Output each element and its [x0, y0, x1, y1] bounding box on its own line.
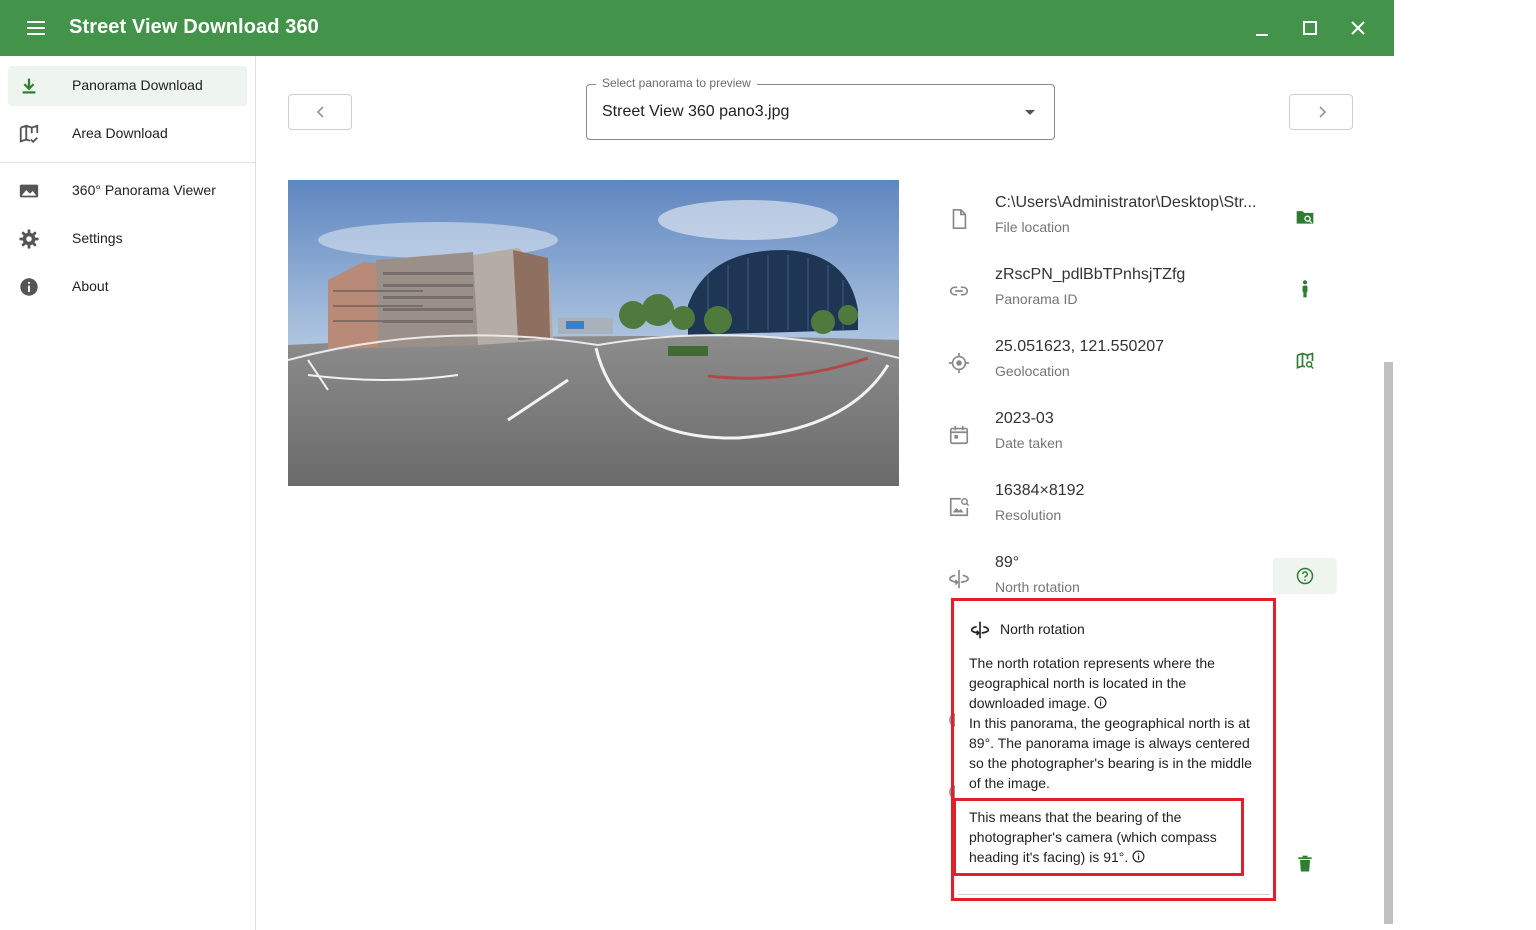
- north-rotation-help-button[interactable]: [1273, 558, 1337, 594]
- panorama-id-label: Panorama ID: [995, 291, 1078, 307]
- previous-panorama-button[interactable]: [288, 94, 352, 130]
- popup-paragraph-1-text: The north rotation represents where the …: [969, 655, 1215, 711]
- image-search-icon: [949, 497, 970, 517]
- sidebar-item-panorama-download[interactable]: Panorama Download: [8, 66, 247, 106]
- date-taken-value: 2023-03: [995, 410, 1054, 427]
- file-location-label: File location: [995, 219, 1070, 235]
- info-icon[interactable]: [1094, 696, 1107, 709]
- panorama-select-value: Street View 360 pano3.jpg: [602, 103, 790, 120]
- sidebar-item-label: Area Download: [72, 125, 168, 141]
- rotation-icon: [949, 569, 969, 589]
- sidebar-item-panorama-viewer[interactable]: 360° Panorama Viewer: [8, 171, 247, 211]
- resolution-label: Resolution: [995, 507, 1062, 523]
- calendar-icon: [949, 425, 969, 445]
- close-icon[interactable]: [1344, 14, 1372, 42]
- map-search-icon[interactable]: [1295, 351, 1315, 371]
- date-taken-row: 2023-03 Date taken: [945, 410, 1345, 466]
- image-icon: [19, 184, 39, 198]
- app-title: Street View Download 360: [69, 16, 319, 38]
- north-rotation-value: 89°: [995, 554, 1020, 571]
- popup-paragraph-3-text: This means that the bearing of the photo…: [969, 809, 1217, 865]
- scrollbar[interactable]: [1384, 362, 1393, 924]
- file-location-row: C:\Users\Administrator\Desktop\Str... Fi…: [945, 194, 1345, 250]
- popup-paragraph-3: This means that the bearing of the photo…: [969, 807, 1239, 867]
- help-circle-icon: [1296, 567, 1314, 585]
- chevron-left-icon: [316, 106, 324, 118]
- gear-icon: [19, 229, 39, 249]
- download-icon: [22, 78, 36, 94]
- panorama-select[interactable]: Street View 360 pano3.jpg: [586, 84, 1055, 140]
- map-check-icon: [19, 124, 39, 144]
- sidebar-item-label: Panorama Download: [72, 77, 203, 93]
- sidebar-item-label: About: [72, 278, 109, 294]
- sidebar-item-area-download[interactable]: Area Download: [8, 114, 247, 154]
- link-icon: [949, 286, 969, 296]
- sidebar-item-settings[interactable]: Settings: [8, 219, 247, 259]
- resolution-row: 16384×8192 Resolution: [945, 482, 1345, 538]
- sidebar-item-label: 360° Panorama Viewer: [72, 182, 216, 198]
- panorama-id-value: zRscPN_pdlBbTPnhsjTZfg: [995, 266, 1186, 283]
- minimize-icon[interactable]: [1248, 14, 1276, 42]
- menu-icon[interactable]: [24, 16, 48, 40]
- sidebar: Panorama Download Area Download 360° Pan…: [0, 56, 256, 930]
- next-panorama-button[interactable]: [1289, 94, 1353, 130]
- north-rotation-popup: North rotation The north rotation repres…: [955, 600, 1273, 898]
- info-icon: [20, 278, 38, 296]
- dropdown-arrow-icon: [1025, 110, 1035, 115]
- popup-paragraph-2: In this panorama, the geographical north…: [969, 715, 1252, 791]
- street-view-person-icon[interactable]: [1295, 279, 1315, 299]
- north-rotation-label: North rotation: [995, 579, 1080, 595]
- panorama-id-row: zRscPN_pdlBbTPnhsjTZfg Panorama ID: [945, 266, 1345, 322]
- delete-icon[interactable]: [1295, 854, 1315, 874]
- info-icon[interactable]: [1132, 850, 1145, 863]
- geolocation-row: 25.051623, 121.550207 Geolocation: [945, 338, 1345, 394]
- app-bar: Street View Download 360: [0, 0, 1394, 56]
- geolocation-value: 25.051623, 121.550207: [995, 338, 1165, 355]
- popup-title: North rotation: [1000, 621, 1085, 637]
- crosshair-icon: [948, 352, 970, 374]
- folder-search-icon[interactable]: [1295, 207, 1315, 227]
- maximize-icon[interactable]: [1296, 14, 1324, 42]
- file-icon: [952, 209, 967, 229]
- chevron-right-icon: [1319, 106, 1327, 118]
- panorama-select-label: Select panorama to preview: [596, 76, 757, 90]
- sidebar-divider: [0, 162, 255, 163]
- rotation-icon: [970, 621, 990, 639]
- geolocation-label: Geolocation: [995, 363, 1070, 379]
- panorama-preview-image: [288, 180, 899, 486]
- sidebar-item-about[interactable]: About: [8, 267, 247, 307]
- file-location-value: C:\Users\Administrator\Desktop\Str...: [995, 194, 1257, 211]
- popup-paragraph-1: The north rotation represents where the …: [969, 653, 1261, 713]
- resolution-value: 16384×8192: [995, 482, 1085, 499]
- sidebar-item-label: Settings: [72, 230, 123, 246]
- popup-divider: [958, 894, 1270, 895]
- date-taken-label: Date taken: [995, 435, 1063, 451]
